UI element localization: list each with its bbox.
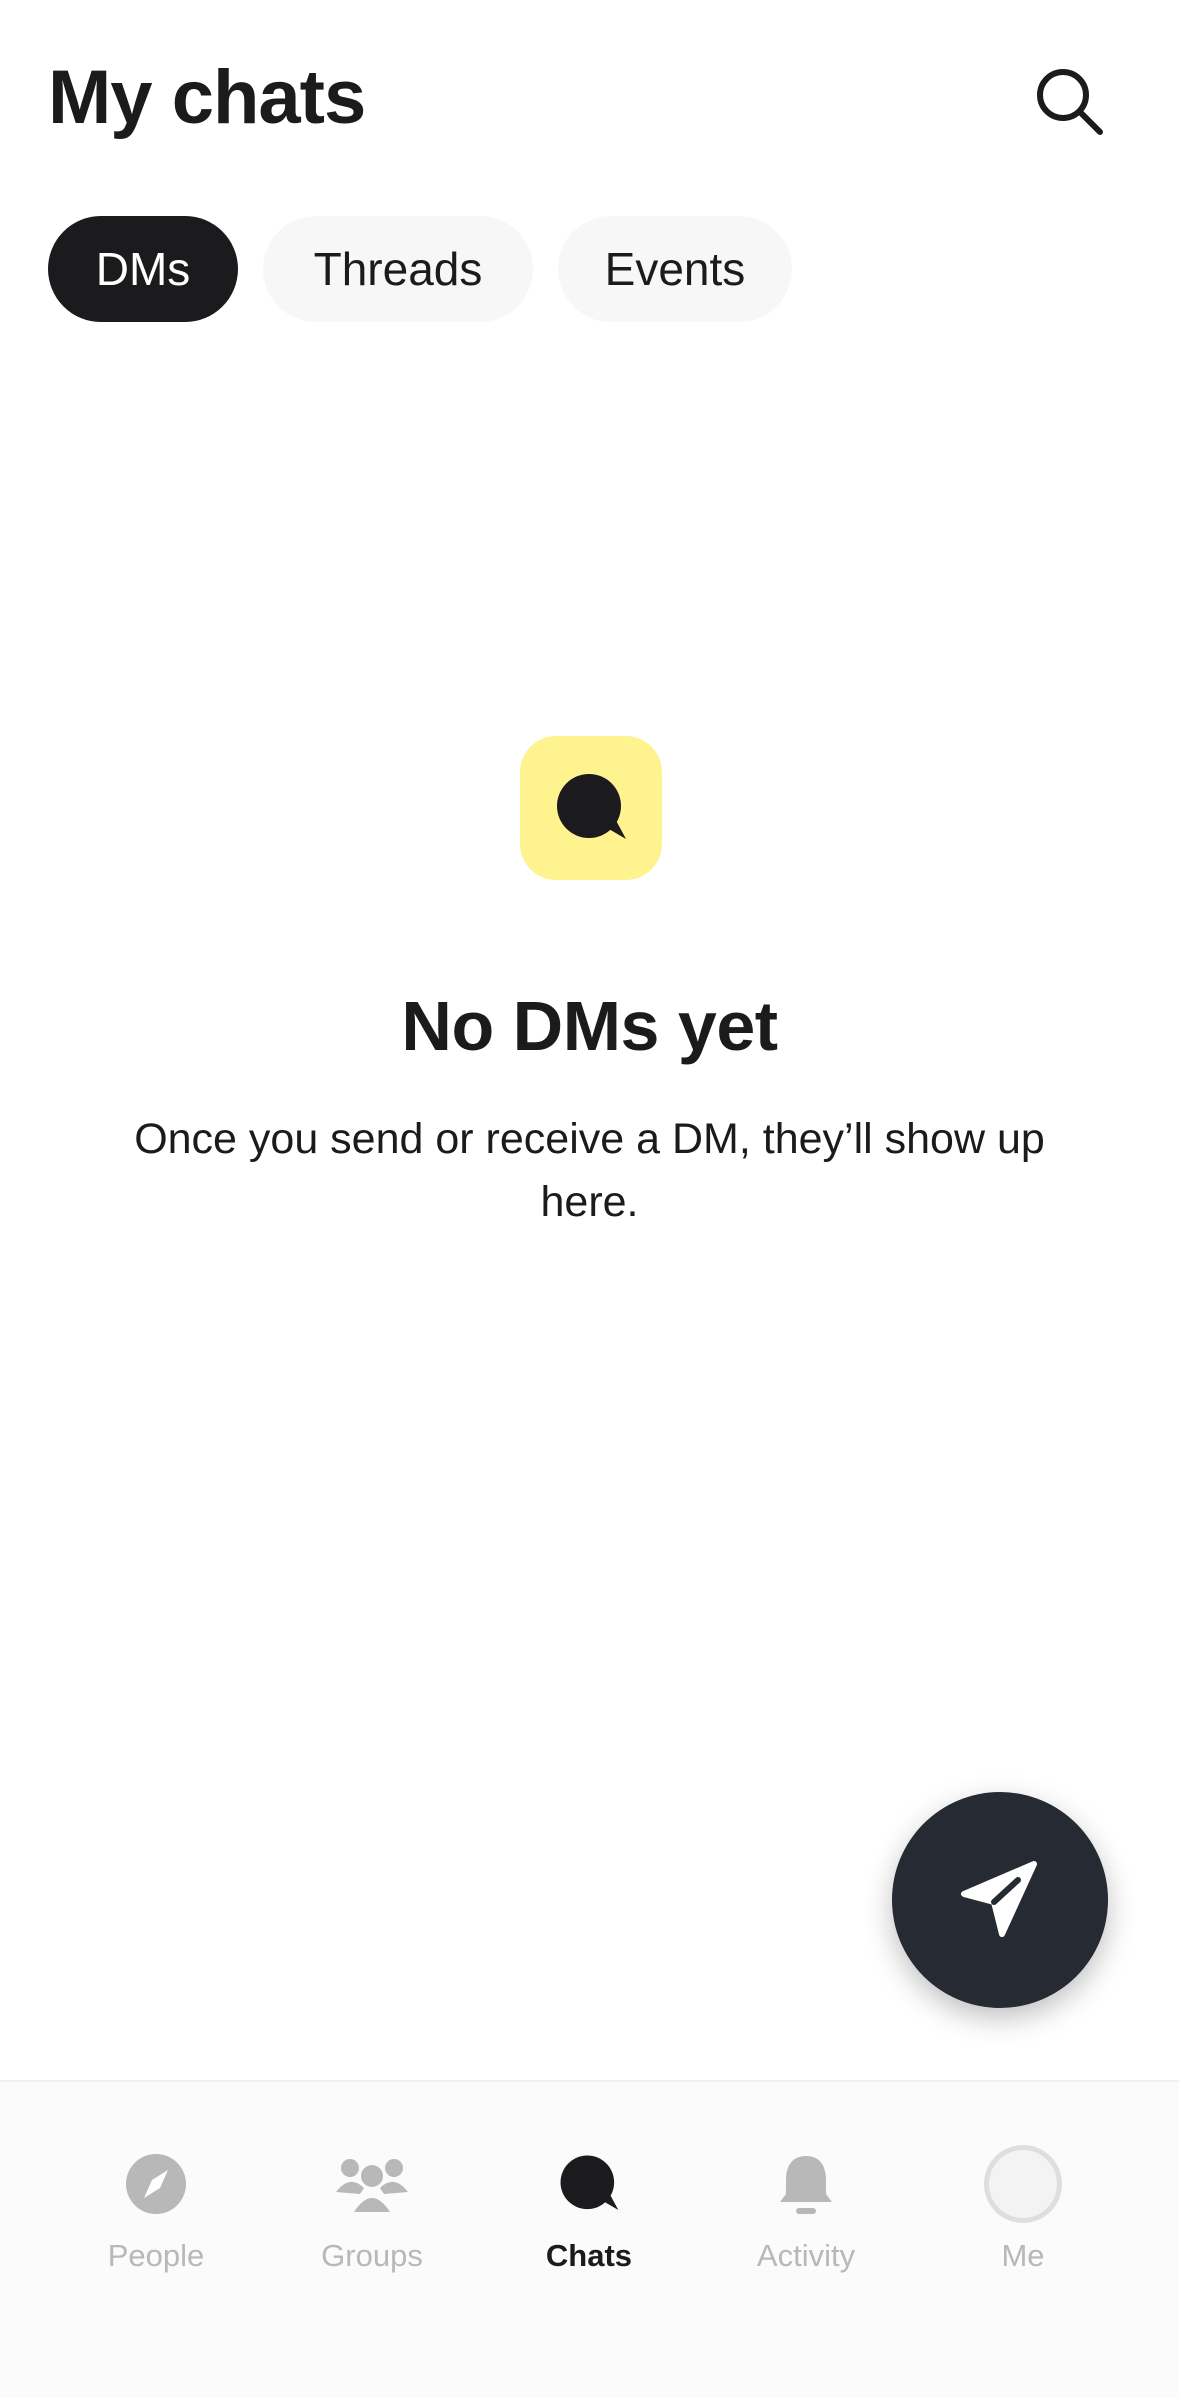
- nav-people[interactable]: People: [48, 2142, 264, 2322]
- group-icon: [336, 2159, 408, 2212]
- compass-icon: [126, 2154, 186, 2214]
- nav-label-groups: Groups: [321, 2238, 423, 2273]
- tab-dms[interactable]: DMs: [48, 216, 238, 322]
- avatar: [984, 2145, 1062, 2223]
- search-icon: [1037, 69, 1103, 135]
- bottom-navigation: People Groups Chats Activity Me: [0, 2080, 1179, 2398]
- nav-groups[interactable]: Groups: [264, 2142, 480, 2322]
- empty-state-subtitle: Once you send or receive a DM, they’ll s…: [134, 1115, 1045, 1226]
- new-message-button[interactable]: [892, 1792, 1108, 2008]
- nav-activity[interactable]: Activity: [698, 2142, 914, 2322]
- send-icon: [961, 1861, 1037, 1937]
- chat-bubble-icon: [560, 2155, 619, 2210]
- nav-chats[interactable]: Chats: [481, 2142, 697, 2322]
- tab-events[interactable]: Events: [558, 216, 792, 322]
- nav-label-me: Me: [1001, 2238, 1045, 2273]
- empty-state-title: No DMs yet: [401, 987, 778, 1065]
- empty-state-chat-icon: [520, 736, 662, 880]
- chat-bubble-icon: [557, 774, 626, 839]
- search-button[interactable]: [1020, 52, 1120, 152]
- nav-label-chats: Chats: [545, 2238, 633, 2273]
- nav-me[interactable]: Me: [915, 2142, 1131, 2322]
- nav-label-activity: Activity: [756, 2238, 856, 2273]
- page-title: My chats: [48, 55, 366, 140]
- bell-icon: [780, 2156, 832, 2214]
- nav-label-people: People: [107, 2238, 205, 2273]
- tab-threads[interactable]: Threads: [263, 216, 533, 322]
